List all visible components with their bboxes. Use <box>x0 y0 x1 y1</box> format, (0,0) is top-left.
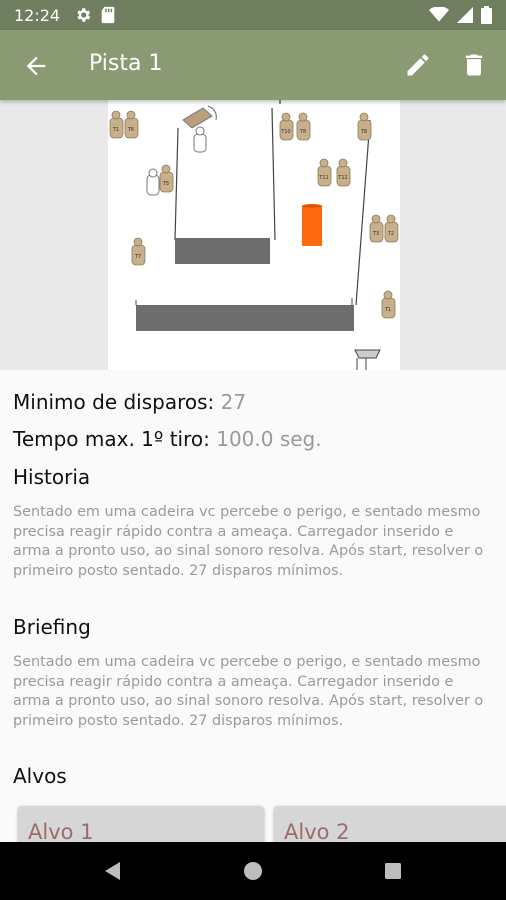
delete-button[interactable] <box>460 51 488 79</box>
target-label: T2 <box>387 231 394 237</box>
target-label: T11 <box>318 175 328 181</box>
wifi-icon <box>429 7 449 22</box>
status-time: 12:24 <box>14 6 61 25</box>
sd-card-icon <box>101 6 115 24</box>
alvo-card[interactable]: Alvo 1 <box>18 806 264 842</box>
target-label: T12 <box>337 175 347 181</box>
stage-details[interactable]: Minimo de disparos: 27 Tempo max. 1º tir… <box>0 370 506 842</box>
status-icons-right <box>429 6 492 24</box>
target-label: T7 <box>134 254 141 260</box>
recents-square-icon <box>385 863 401 879</box>
page-title: Pista 1 <box>89 51 163 76</box>
status-bar: 12:24 <box>0 0 506 30</box>
back-arrow-icon <box>26 56 46 76</box>
edit-button[interactable] <box>404 51 432 79</box>
stage-image-area: T1 T6 T10 T8 T8 T11 T12 T5 T7 T3 T2 T1 <box>0 100 506 370</box>
target-label: T6 <box>127 127 134 133</box>
max-time-value: 100.0 seg. <box>216 427 322 451</box>
trash-icon <box>465 54 483 76</box>
min-shots-label: Minimo de disparos: <box>13 390 215 414</box>
pencil-icon <box>407 54 429 76</box>
target-label: T3 <box>372 231 379 237</box>
max-time-label: Tempo max. 1º tiro: <box>13 427 210 451</box>
back-triangle-icon <box>105 862 120 880</box>
historia-text: Sentado em uma cadeira vc percebe o peri… <box>13 504 484 579</box>
min-shots-value: 27 <box>220 390 247 414</box>
alvo-card[interactable]: Alvo 2 <box>274 806 506 842</box>
navigation-bar <box>0 842 506 900</box>
target-label: T8 <box>360 129 367 135</box>
back-button[interactable] <box>22 52 50 80</box>
target-label: T10 <box>280 129 290 135</box>
battery-icon <box>481 6 492 24</box>
stage-diagram: T1 T6 T10 T8 T8 T11 T12 T5 T7 T3 T2 T1 <box>108 100 400 370</box>
max-time-row: Tempo max. 1º tiro: 100.0 seg. <box>13 427 322 451</box>
target-label: T1 <box>112 127 119 133</box>
historia-title: Historia <box>13 465 91 489</box>
signal-icon <box>457 7 473 23</box>
nav-recents-button[interactable] <box>380 858 406 884</box>
home-circle-icon <box>244 862 262 880</box>
briefing-text: Sentado em uma cadeira vc percebe o peri… <box>13 654 484 729</box>
status-icons-left <box>74 6 116 24</box>
min-shots-row: Minimo de disparos: 27 <box>13 390 246 414</box>
nav-back-button[interactable] <box>100 858 126 884</box>
briefing-title: Briefing <box>13 615 91 639</box>
alvos-title: Alvos <box>13 764 67 788</box>
alvo-card-label: Alvo 2 <box>284 820 350 842</box>
app-bar: Pista 1 <box>0 30 506 100</box>
target-label: T5 <box>162 181 169 187</box>
alvo-card-label: Alvo 1 <box>28 820 94 842</box>
target-label: T1 <box>384 307 391 313</box>
nav-home-button[interactable] <box>240 858 266 884</box>
gear-icon <box>77 8 91 22</box>
target-label: T8 <box>299 129 306 135</box>
